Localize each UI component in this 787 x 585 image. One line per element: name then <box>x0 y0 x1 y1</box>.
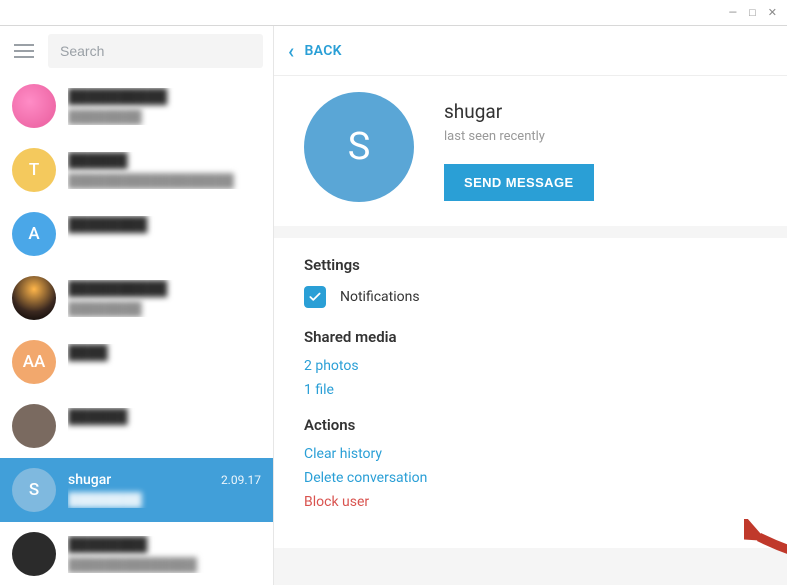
checkmark-icon <box>308 290 322 304</box>
chat-preview <box>68 365 261 381</box>
chat-name: ██████████ <box>68 88 167 105</box>
chat-name: ████████ <box>68 216 147 233</box>
chat-item[interactable]: A ████████ <box>0 202 273 266</box>
clear-history-link[interactable]: Clear history <box>304 446 757 462</box>
chat-name: ████ <box>68 344 108 361</box>
window-close[interactable]: ✕ <box>768 6 777 19</box>
send-message-button[interactable]: SEND MESSAGE <box>444 164 594 201</box>
chat-avatar <box>12 84 56 128</box>
profile-avatar[interactable]: S <box>304 92 414 202</box>
chat-name: ████████ <box>68 536 147 553</box>
chat-avatar <box>12 532 56 576</box>
chat-preview <box>68 237 261 253</box>
chat-item[interactable]: ██████████████████████ <box>0 522 273 585</box>
back-label: BACK <box>305 43 342 59</box>
window-minimize[interactable]: — <box>729 6 738 19</box>
chat-avatar <box>12 276 56 320</box>
shared-photos-link[interactable]: 2 photos <box>304 358 757 374</box>
settings-heading: Settings <box>304 256 757 274</box>
chat-avatar <box>12 404 56 448</box>
back-button[interactable]: ‹ BACK <box>274 26 787 76</box>
chat-preview: ████████ <box>68 492 261 508</box>
notifications-checkbox[interactable] <box>304 286 326 308</box>
chat-avatar: A <box>12 212 56 256</box>
chat-preview: ██████████████ <box>68 557 261 573</box>
chat-preview: ██████████████████ <box>68 173 261 189</box>
sidebar: ██████████████████T█████████████████████… <box>0 26 274 585</box>
chat-avatar: S <box>12 468 56 512</box>
chat-item[interactable]: AA ████ <box>0 330 273 394</box>
chat-date: 2.09.17 <box>221 473 261 487</box>
chat-preview: ████████ <box>68 109 261 125</box>
block-user-link[interactable]: Block user <box>304 494 757 510</box>
chat-preview <box>68 429 261 445</box>
actions-heading: Actions <box>304 416 757 434</box>
chat-item[interactable]: ██████████████████ <box>0 266 273 330</box>
chat-name: shugar <box>68 472 111 488</box>
chat-name: ██████████ <box>68 280 167 297</box>
chat-item[interactable]: ██████████████████ <box>0 74 273 138</box>
search-input[interactable] <box>48 34 263 68</box>
profile-status: last seen recently <box>444 129 594 144</box>
chevron-left-icon: ‹ <box>288 41 295 61</box>
delete-conversation-link[interactable]: Delete conversation <box>304 470 757 486</box>
chat-item[interactable]: T████████████████████████ <box>0 138 273 202</box>
chat-name: ██████ <box>68 408 128 425</box>
chat-item[interactable]: Sshugar 2.09.17 ████████ <box>0 458 273 522</box>
chat-preview: ████████ <box>68 301 261 317</box>
shared-media-heading: Shared media <box>304 328 757 346</box>
chat-list: ██████████████████T█████████████████████… <box>0 74 273 585</box>
menu-icon[interactable] <box>14 39 38 63</box>
profile-panel: ‹ BACK S shugar last seen recently SEND … <box>274 26 787 585</box>
chat-avatar: AA <box>12 340 56 384</box>
chat-avatar: T <box>12 148 56 192</box>
profile-name: shugar <box>444 100 594 123</box>
profile-card: S shugar last seen recently SEND MESSAGE <box>274 76 787 226</box>
chat-item[interactable]: ██████ <box>0 394 273 458</box>
window-maximize[interactable]: □ <box>749 6 756 19</box>
chat-name: ██████ <box>68 152 128 169</box>
shared-files-link[interactable]: 1 file <box>304 382 757 398</box>
notifications-label: Notifications <box>340 289 420 305</box>
